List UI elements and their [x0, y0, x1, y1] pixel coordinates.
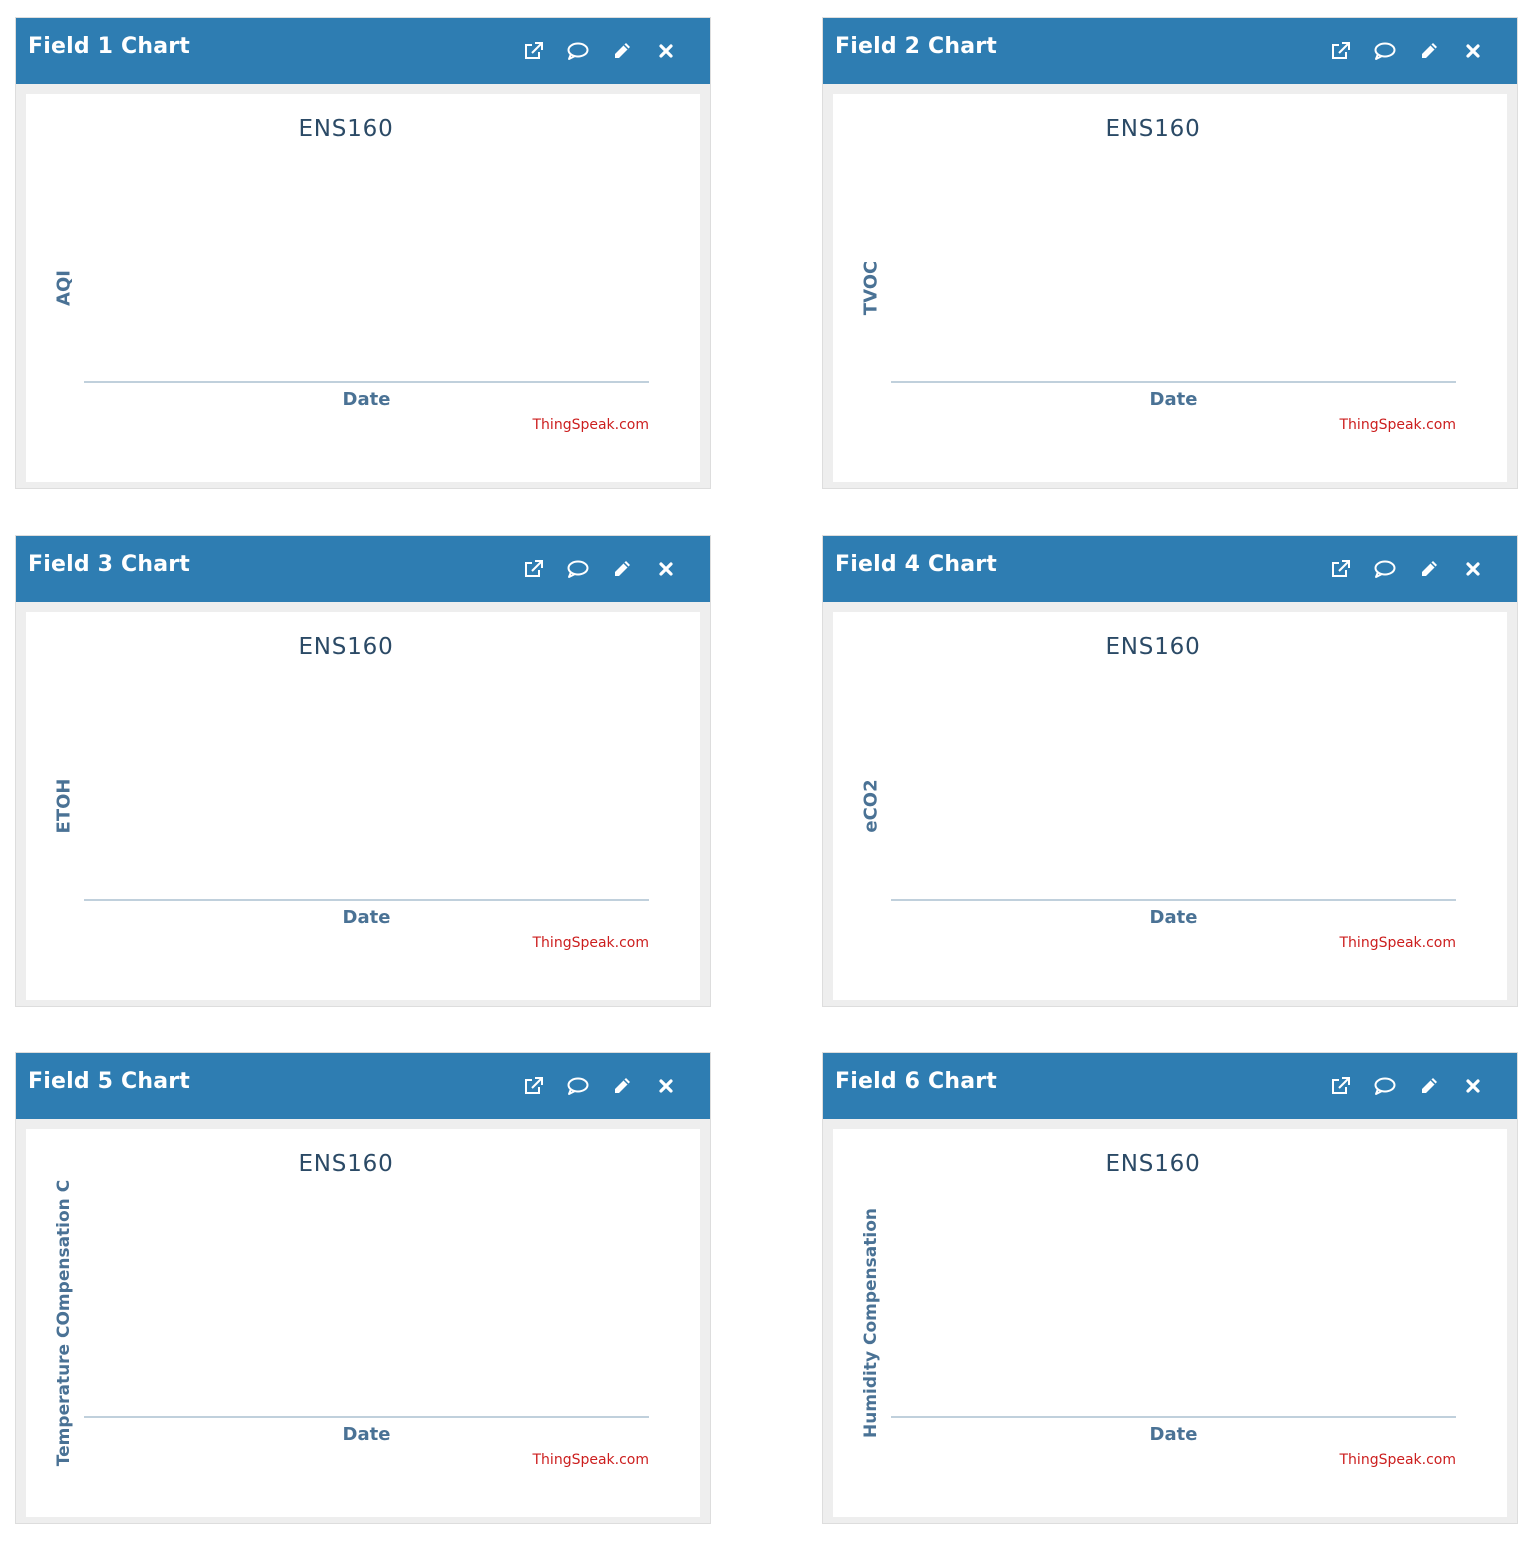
y-axis-label: Humidity Compensation [861, 1208, 881, 1438]
comment-icon[interactable] [1363, 556, 1407, 582]
chart-area: ENS160 Humidity Compensation Date ThingS… [833, 1129, 1507, 1517]
x-axis-line [891, 1416, 1456, 1418]
panel-title: Field 2 Chart [835, 34, 998, 59]
comment-icon[interactable] [1363, 1073, 1407, 1099]
close-icon[interactable] [644, 38, 688, 64]
comment-icon[interactable] [1363, 38, 1407, 64]
panel-header: Field 1 Chart [16, 18, 710, 84]
x-axis-label: Date [1149, 389, 1198, 410]
chart-panel-field-1: Field 1 Chart ENS160 AQI Date ThingSpeak… [15, 17, 711, 489]
external-link-icon[interactable] [1319, 1073, 1363, 1099]
thingspeak-credit-link[interactable]: ThingSpeak.com [1340, 1452, 1457, 1468]
chart-title: ENS160 [298, 1151, 394, 1177]
panel-toolbar [512, 556, 688, 582]
panel-toolbar [512, 38, 688, 64]
panel-header: Field 5 Chart [16, 1053, 710, 1119]
pencil-icon[interactable] [600, 556, 644, 582]
chart-panel-field-2: Field 2 Chart ENS160 TVOC Date ThingSpea… [822, 17, 1518, 489]
thingspeak-credit-link[interactable]: ThingSpeak.com [533, 417, 650, 433]
chart-area: ENS160 eCO2 Date ThingSpeak.com [833, 612, 1507, 1000]
x-axis-line [84, 1416, 649, 1418]
close-icon[interactable] [644, 1073, 688, 1099]
y-axis-label-container: eCO2 [851, 662, 891, 950]
chart-title: ENS160 [298, 634, 394, 660]
y-axis-label-container: ETOH [44, 662, 84, 950]
y-axis-label: Temperature COmpensation C [54, 1179, 74, 1467]
panel-title: Field 6 Chart [835, 1069, 998, 1094]
external-link-icon[interactable] [512, 1073, 556, 1099]
thingspeak-credit-link[interactable]: ThingSpeak.com [533, 1452, 650, 1468]
pencil-icon[interactable] [1407, 556, 1451, 582]
y-axis-label-container: AQI [44, 144, 84, 432]
chart-title: ENS160 [1105, 1151, 1201, 1177]
pencil-icon[interactable] [1407, 1073, 1451, 1099]
chart-title: ENS160 [1105, 634, 1201, 660]
chart-panel-field-4: Field 4 Chart ENS160 eCO2 Date ThingSpea… [822, 535, 1518, 1007]
panel-header: Field 6 Chart [823, 1053, 1517, 1119]
y-axis-label: AQI [53, 270, 75, 306]
x-axis-label: Date [342, 389, 391, 410]
pencil-icon[interactable] [600, 38, 644, 64]
panel-title: Field 3 Chart [28, 552, 191, 577]
thingspeak-credit-link[interactable]: ThingSpeak.com [1340, 417, 1457, 433]
panel-header: Field 3 Chart [16, 536, 710, 602]
y-axis-label: TVOC [860, 260, 882, 316]
thingspeak-credit-link[interactable]: ThingSpeak.com [1340, 935, 1457, 951]
close-icon[interactable] [1451, 38, 1495, 64]
x-axis-line [891, 899, 1456, 901]
x-axis-label: Date [342, 907, 391, 928]
x-axis-label: Date [342, 1424, 391, 1445]
chart-panel-field-6: Field 6 Chart ENS160 Humidity Compensati… [822, 1052, 1518, 1524]
panel-toolbar [512, 1073, 688, 1099]
x-axis-label: Date [1149, 907, 1198, 928]
thingspeak-credit-link[interactable]: ThingSpeak.com [533, 935, 650, 951]
pencil-icon[interactable] [600, 1073, 644, 1099]
chart-panel-field-3: Field 3 Chart ENS160 ETOH Date ThingSpea… [15, 535, 711, 1007]
y-axis-label: eCO2 [860, 779, 882, 833]
panel-title: Field 5 Chart [28, 1069, 191, 1094]
chart-title: ENS160 [298, 116, 394, 142]
close-icon[interactable] [644, 556, 688, 582]
comment-icon[interactable] [556, 556, 600, 582]
panel-toolbar [1319, 38, 1495, 64]
comment-icon[interactable] [556, 1073, 600, 1099]
y-axis-label: ETOH [53, 778, 75, 834]
panel-header: Field 2 Chart [823, 18, 1517, 84]
y-axis-label-container: Humidity Compensation [851, 1179, 891, 1467]
chart-panel-field-5: Field 5 Chart ENS160 Temperature COmpens… [15, 1052, 711, 1524]
external-link-icon[interactable] [512, 38, 556, 64]
external-link-icon[interactable] [512, 556, 556, 582]
y-axis-label-container: TVOC [851, 144, 891, 432]
panel-title: Field 4 Chart [835, 552, 998, 577]
panel-header: Field 4 Chart [823, 536, 1517, 602]
x-axis-line [891, 381, 1456, 383]
x-axis-line [84, 899, 649, 901]
chart-area: ENS160 TVOC Date ThingSpeak.com [833, 94, 1507, 482]
chart-area: ENS160 AQI Date ThingSpeak.com [26, 94, 700, 482]
close-icon[interactable] [1451, 556, 1495, 582]
close-icon[interactable] [1451, 1073, 1495, 1099]
chart-area: ENS160 Temperature COmpensation C Date T… [26, 1129, 700, 1517]
panel-toolbar [1319, 1073, 1495, 1099]
external-link-icon[interactable] [1319, 38, 1363, 64]
chart-area: ENS160 ETOH Date ThingSpeak.com [26, 612, 700, 1000]
x-axis-label: Date [1149, 1424, 1198, 1445]
external-link-icon[interactable] [1319, 556, 1363, 582]
y-axis-label-container: Temperature COmpensation C [44, 1179, 84, 1467]
pencil-icon[interactable] [1407, 38, 1451, 64]
comment-icon[interactable] [556, 38, 600, 64]
x-axis-line [84, 381, 649, 383]
panel-title: Field 1 Chart [28, 34, 191, 59]
panel-toolbar [1319, 556, 1495, 582]
chart-title: ENS160 [1105, 116, 1201, 142]
